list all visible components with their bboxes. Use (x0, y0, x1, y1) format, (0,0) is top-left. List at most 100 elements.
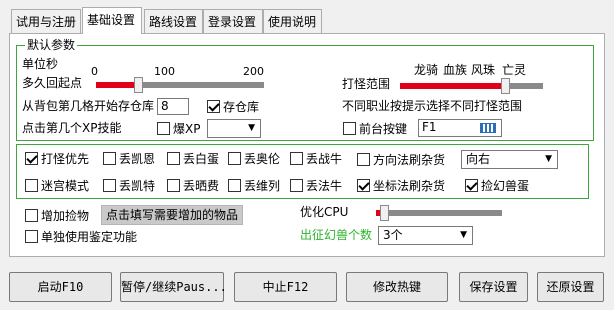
option-drop-kaite[interactable]: 丢凯特 (103, 177, 155, 193)
xp-select[interactable]: ▼ (207, 119, 261, 138)
attack-range-thumb[interactable] (501, 78, 510, 94)
option-label: 捡幻兽蛋 (481, 178, 530, 193)
identify-box[interactable] (25, 229, 38, 243)
option-box[interactable] (465, 178, 478, 192)
option-box[interactable] (103, 178, 116, 192)
option-attack-priority[interactable]: 打怪优先 (25, 150, 89, 166)
return-slider-thumb[interactable] (134, 77, 143, 93)
attack-range-fill (400, 83, 504, 89)
option-drop-shaifei[interactable]: 丢晒费 (167, 177, 219, 193)
range-name-longqi: 龙骑 (414, 63, 439, 77)
option-box[interactable] (290, 178, 303, 192)
bag-slot-input[interactable]: 8 (157, 98, 189, 115)
tab-route-settings[interactable]: 路线设置 (144, 9, 203, 33)
option-drop-fa-ox[interactable]: 丢法牛 (290, 177, 342, 193)
start-button[interactable]: 启动F10 (9, 272, 112, 302)
direction-select[interactable]: 向右 ▼ (461, 150, 558, 169)
option-label: 丢凯特 (119, 178, 156, 193)
add-pickup-label: 增加捡物 (41, 208, 90, 223)
option-pick-pet-egg[interactable]: 捡幻兽蛋 (465, 177, 529, 193)
option-direction-groceries[interactable]: 方向法刷杂货 (357, 151, 445, 167)
fill-items-button[interactable]: 点击填写需要增加的物品 (101, 205, 244, 225)
add-pickup-checkbox[interactable]: 增加捡物 (25, 207, 89, 223)
scale-200-label: 200 (243, 65, 264, 78)
option-box[interactable] (103, 151, 116, 165)
bag-start-label: 从背包第几格开始存仓库 (22, 99, 155, 113)
scale-0-label: 0 (91, 65, 98, 78)
xp-skill-label: 点击第几个XP技能 (22, 121, 122, 135)
chevron-down-icon: ▼ (460, 230, 467, 240)
front-key-value: F1 (422, 120, 437, 134)
burst-xp-box[interactable] (157, 121, 170, 135)
option-label: 打怪优先 (41, 151, 90, 166)
store-checkbox-box[interactable] (207, 99, 220, 113)
direction-select-value: 向右 (466, 152, 491, 166)
unit-label: 单位秒 (22, 57, 59, 71)
range-name-wangling: 亡灵 (502, 63, 527, 77)
front-key-checkbox[interactable]: 前台按键 (343, 120, 407, 136)
option-label: 坐标法刷杂货 (373, 178, 446, 193)
pet-count-value: 3个 (383, 228, 403, 242)
burst-xp-checkbox[interactable]: 爆XP (157, 120, 200, 136)
option-drop-war-ox[interactable]: 丢战牛 (290, 150, 342, 166)
option-label: 丢法牛 (306, 178, 343, 193)
option-label: 方向法刷杂货 (373, 152, 446, 167)
option-box[interactable] (167, 151, 180, 165)
pause-button[interactable]: 暂停/继续Paus... (120, 272, 227, 302)
option-box[interactable] (357, 152, 370, 166)
cpu-slider-thumb[interactable] (380, 205, 389, 221)
store-label: 存仓库 (223, 99, 260, 114)
identify-label: 单独使用鉴定功能 (41, 229, 138, 244)
job-hint-text: 不同职业按提示选择不同打怪范围 (342, 99, 523, 113)
add-pickup-box[interactable] (25, 208, 38, 222)
return-slider-fill (96, 82, 136, 88)
option-box[interactable] (228, 151, 241, 165)
cpu-label: 优化CPU (300, 205, 349, 219)
range-name-fengzhu: 风珠 (471, 63, 496, 77)
option-box[interactable] (290, 151, 303, 165)
option-drop-kaien[interactable]: 丢凯恩 (103, 150, 155, 166)
option-drop-white-egg[interactable]: 丢白蛋 (167, 150, 219, 166)
option-box[interactable] (167, 178, 180, 192)
return-start-label: 多久回起点 (22, 76, 83, 90)
chevron-down-icon: ▼ (545, 154, 552, 164)
tab-trial-register[interactable]: 试用与注册 (11, 9, 81, 33)
tab-login-settings[interactable]: 登录设置 (203, 9, 263, 33)
option-label: 丢白蛋 (183, 151, 220, 166)
front-key-label: 前台按键 (359, 121, 408, 136)
front-key-box[interactable] (343, 121, 356, 135)
scale-100-label: 100 (154, 65, 175, 78)
store-checkbox[interactable]: 存仓库 (207, 98, 259, 114)
chevron-down-icon: ▼ (248, 123, 255, 133)
burst-xp-label: 爆XP (173, 121, 201, 136)
pet-count-select[interactable]: 3个 ▼ (378, 226, 473, 245)
tab-basic-settings[interactable]: 基础设置 (82, 7, 142, 34)
modify-hotkey-button[interactable]: 修改热键 (346, 272, 448, 302)
option-box[interactable] (228, 178, 241, 192)
tab-instructions[interactable]: 使用说明 (263, 9, 322, 33)
option-coordinate-groceries[interactable]: 坐标法刷杂货 (357, 177, 445, 193)
option-label: 丢维列 (244, 178, 281, 193)
pet-count-label: 出征幻兽个数 (300, 228, 373, 242)
default-params-title: 默认参数 (25, 38, 78, 52)
option-box[interactable] (357, 178, 370, 192)
front-key-input[interactable]: F1 (418, 119, 502, 137)
save-settings-button[interactable]: 保存设置 (459, 272, 528, 302)
option-label: 迷宫模式 (41, 178, 90, 193)
restore-settings-button[interactable]: 还原设置 (537, 272, 604, 302)
option-drop-weilie[interactable]: 丢维列 (228, 177, 280, 193)
cpu-slider-track[interactable] (376, 210, 502, 216)
stop-button[interactable]: 中止F12 (234, 272, 337, 302)
option-label: 丢奥伦 (244, 151, 281, 166)
option-label: 丢战牛 (306, 151, 343, 166)
option-drop-aolun[interactable]: 丢奥伦 (228, 150, 280, 166)
keyboard-icon (480, 123, 496, 133)
option-label: 丢晒费 (183, 178, 220, 193)
option-box[interactable] (25, 151, 38, 165)
identify-checkbox[interactable]: 单独使用鉴定功能 (25, 228, 137, 244)
option-maze-mode[interactable]: 迷宫模式 (25, 177, 89, 193)
range-name-xuezu: 血族 (443, 63, 468, 77)
option-box[interactable] (25, 178, 38, 192)
option-label: 丢凯恩 (119, 151, 156, 166)
attack-range-label: 打怪范围 (342, 77, 391, 91)
